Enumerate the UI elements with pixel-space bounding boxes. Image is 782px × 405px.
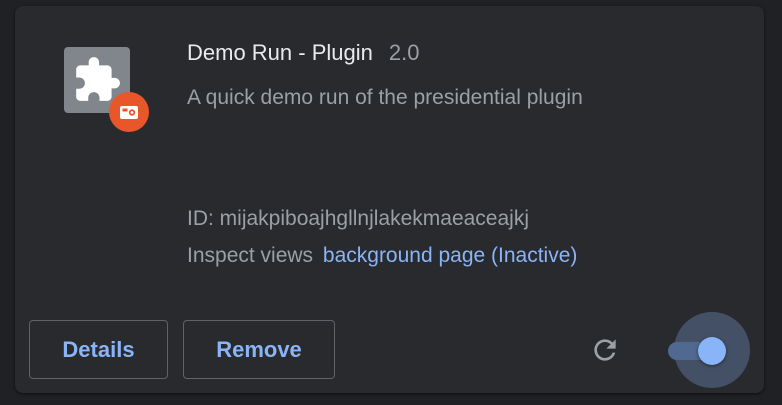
extension-id: ID: mijakpiboajhgllnjlakekmaeaceajkj (187, 207, 529, 230)
toggle-knob (698, 337, 726, 365)
extension-description: A quick demo run of the presidential plu… (187, 86, 583, 109)
extension-card: Demo Run - Plugin 2.0 A quick demo run o… (15, 6, 764, 393)
enable-toggle[interactable] (668, 312, 750, 388)
extension-title-row: Demo Run - Plugin 2.0 (187, 40, 419, 70)
background-page-link[interactable]: background page (Inactive) (323, 244, 578, 267)
reload-icon[interactable] (589, 334, 621, 366)
camera-badge-icon (109, 92, 149, 132)
extension-version: 2.0 (388, 40, 420, 65)
inspect-views: Inspect views background page (Inactive) (187, 244, 577, 268)
remove-button[interactable]: Remove (183, 320, 335, 379)
inspect-views-label: Inspect views (187, 244, 314, 267)
details-button[interactable]: Details (29, 320, 168, 379)
extension-name: Demo Run - Plugin (187, 40, 373, 65)
